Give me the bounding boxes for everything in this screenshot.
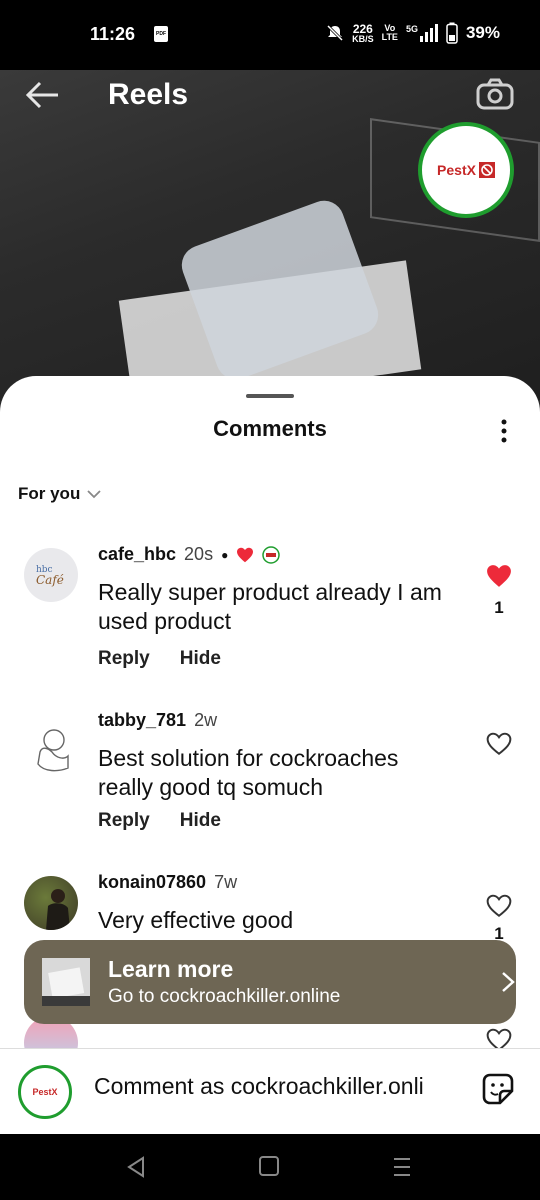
sketch-avatar-icon: [37, 729, 69, 772]
status-indicators: 226 KB/S Vo LTE 5G 39%: [326, 22, 500, 44]
avatar[interactable]: [24, 722, 78, 776]
comments-title: Comments: [213, 416, 327, 441]
comment-time: 7w: [214, 872, 238, 892]
net-speed: 226 KB/S: [352, 23, 374, 44]
nav-home-icon[interactable]: [259, 1156, 279, 1176]
battery-percent: 39%: [465, 23, 500, 42]
net-speed-unit: KB/S: [352, 33, 374, 44]
pdf-notification-icon: PDF: [154, 26, 168, 42]
reply-button[interactable]: Reply: [98, 648, 150, 670]
comment-time: 20s: [184, 544, 214, 564]
nav-back-icon[interactable]: [126, 1156, 146, 1178]
banner-subtitle: Go to cockroachkiller.online: [108, 986, 341, 1007]
person-photo-icon: [46, 889, 70, 930]
comment-header: tabby_781 2w: [98, 710, 217, 731]
comment-actions: Reply Hide: [98, 810, 221, 832]
user-avatar: PestX: [18, 1065, 72, 1119]
cafe-logo-icon: hbc Café: [36, 565, 64, 587]
net-speed-value: 226: [352, 21, 373, 36]
avatar[interactable]: hbc Café: [24, 548, 78, 602]
dot-separator: ●: [221, 547, 229, 562]
comment-username[interactable]: konain07860: [98, 872, 206, 893]
comment-text: Really super product already I am used p…: [98, 579, 442, 634]
avatar[interactable]: [24, 876, 78, 930]
brand-logo-badge[interactable]: PestX: [418, 122, 514, 218]
brand-logo-text: PestX: [437, 162, 476, 178]
no-bug-icon: [478, 162, 495, 178]
creator-avatar-icon: [262, 545, 281, 564]
sticker-icon[interactable]: [480, 1071, 516, 1107]
battery-icon: [446, 22, 458, 44]
sheet-drag-handle[interactable]: [246, 394, 294, 398]
comment-header: konain07860 7w: [98, 872, 237, 893]
product-thumbnail-icon: [42, 958, 90, 1006]
reel-video[interactable]: [0, 70, 540, 400]
chevron-down-icon: [87, 490, 101, 499]
lte-label: LTE: [381, 32, 398, 42]
banner-title: Learn more: [108, 956, 234, 982]
like-heart-filled-icon[interactable]: [486, 564, 512, 588]
back-arrow-icon[interactable]: [24, 80, 60, 110]
status-time: 11:26: [90, 24, 136, 44]
reply-button[interactable]: Reply: [98, 810, 150, 832]
more-options-icon[interactable]: [498, 418, 510, 444]
comment-input-bar: PestX Comment as cockroachkiller.onli: [0, 1048, 540, 1134]
hide-button[interactable]: Hide: [180, 648, 221, 670]
like-heart-outline-icon[interactable]: [486, 894, 512, 918]
comment-input[interactable]: Comment as cockroachkiller.onli: [94, 1073, 424, 1100]
creator-liked-heart-icon: [237, 547, 254, 562]
comment-item: tabby_781 2w Best solution for cockroach…: [0, 710, 540, 840]
camera-icon[interactable]: [476, 78, 514, 110]
learn-more-banner[interactable]: Learn more Go to cockroachkiller.online: [24, 940, 516, 1024]
comment-item: hbc Café cafe_hbc 20s ● Really super pro…: [0, 544, 540, 674]
comment-header: cafe_hbc 20s ●: [98, 544, 281, 565]
page-title: Reels: [108, 78, 189, 111]
chevron-right-icon: [502, 972, 515, 992]
comment-text: Best solution for cockroaches really goo…: [98, 745, 399, 800]
mute-bell-icon: [327, 24, 344, 42]
like-count: 1: [494, 598, 504, 617]
nav-recents-icon[interactable]: [392, 1156, 412, 1178]
hide-button[interactable]: Hide: [180, 810, 221, 832]
volte-indicator: Vo LTE: [382, 24, 398, 42]
status-bar: 11:26 PDF 226 KB/S Vo LTE 5G 39%: [0, 0, 540, 70]
comment-text: Very effective good: [98, 907, 294, 933]
comment-actions: Reply Hide: [98, 648, 221, 670]
system-nav-bar: [0, 1134, 540, 1200]
banner-thumbnail: [42, 958, 90, 1006]
comment-username[interactable]: tabby_781: [98, 710, 186, 731]
like-heart-outline-icon[interactable]: [486, 732, 512, 756]
reels-comments-screen: 11:26 PDF 226 KB/S Vo LTE 5G 39% Reels P…: [0, 0, 540, 1200]
comment-time: 2w: [194, 710, 218, 730]
comment-filter-dropdown[interactable]: For you: [18, 484, 102, 504]
signal-icon: 5G: [406, 24, 438, 42]
svg-text:Café: Café: [36, 573, 64, 587]
user-avatar-text: PestX: [32, 1087, 58, 1097]
filter-label: For you: [18, 484, 81, 503]
network-type: 5G: [405, 24, 418, 34]
comment-username[interactable]: cafe_hbc: [98, 544, 176, 565]
